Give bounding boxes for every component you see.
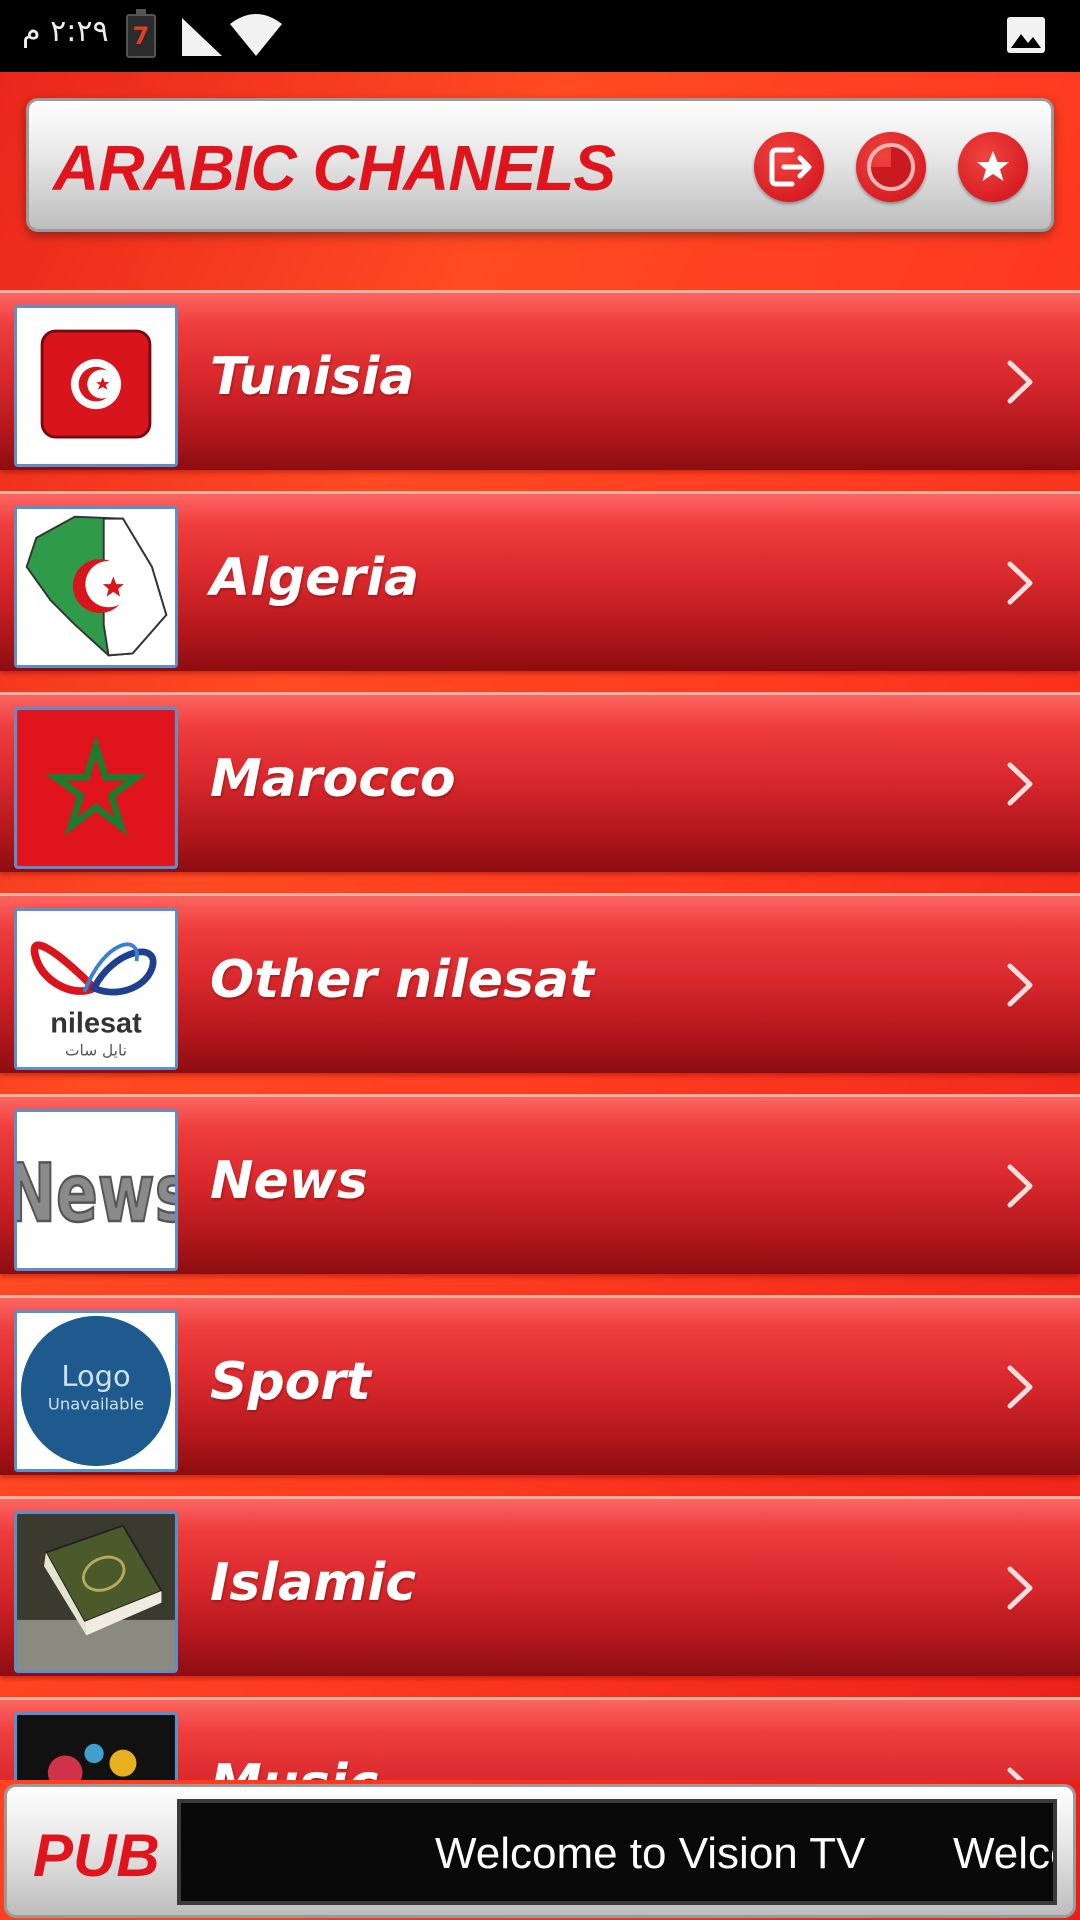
ticker-text: Welcome to Vision TV: [435, 1829, 866, 1878]
news-logo-icon: News: [17, 1112, 175, 1268]
nilesat-logo-icon: nilesat نايل سات: [17, 911, 175, 1067]
clock-icon: [867, 143, 915, 191]
chevron-right-icon: [1007, 1767, 1025, 1780]
status-time: ٢:٢٩ م: [22, 14, 109, 49]
signal-icon: [182, 18, 222, 56]
nilesat-arabic-text: نايل سات: [65, 1041, 127, 1059]
quran-book-thumb: [14, 1511, 178, 1673]
news-text: News: [17, 1147, 175, 1240]
channel-row-other-nilesat[interactable]: nilesat نايل سات Other nilesat: [0, 893, 1080, 1073]
nilesat-logo-thumb: nilesat نايل سات: [14, 908, 178, 1070]
morocco-flag-icon: [17, 710, 175, 866]
unavailable-text: Unavailable: [48, 1394, 144, 1413]
ticker-text-repeat: Welcome to Vision TV: [953, 1829, 1053, 1878]
music-logo-thumb: [14, 1712, 178, 1780]
battery-icon: 7: [126, 9, 156, 58]
channel-label: Islamic: [210, 1553, 417, 1613]
logo-unavailable-thumb: Logo Unavailable: [14, 1310, 178, 1472]
channel-label: Algeria: [210, 548, 420, 608]
news-logo-thumb: News: [14, 1109, 178, 1271]
algeria-map-icon: [17, 509, 175, 665]
chevron-right-icon: [1007, 561, 1033, 605]
channel-list[interactable]: Tunisia Algeria Marocco nilesat نايل سات…: [0, 290, 1080, 1780]
chevron-right-icon: [1007, 1566, 1033, 1610]
battery-level: 7: [132, 22, 150, 50]
exit-button[interactable]: [754, 132, 824, 202]
channel-label: Sport: [210, 1352, 371, 1412]
channel-row-algeria[interactable]: Algeria: [0, 491, 1080, 671]
channel-label: Music: [210, 1754, 378, 1780]
chevron-right-icon: [1007, 1164, 1033, 1208]
chevron-right-icon: [1007, 1365, 1033, 1409]
status-bar: ٢:٢٩ م 7: [0, 0, 1080, 72]
nilesat-text: nilesat: [50, 1007, 142, 1039]
gallery-icon: [1007, 17, 1045, 53]
morocco-flag-thumb: [14, 707, 178, 869]
app-title: ARABIC CHANELS: [53, 132, 616, 204]
star-icon: [977, 151, 1009, 181]
channel-label: News: [210, 1151, 368, 1211]
algeria-flag-thumb: [14, 506, 178, 668]
tunisia-flag-icon: [17, 308, 175, 464]
channel-label: Other nilesat: [210, 950, 594, 1010]
news-ticker[interactable]: Welcome to Vision TV Welcome to Vision T…: [177, 1799, 1057, 1905]
tunisia-flag-thumb: [14, 305, 178, 467]
favorites-button[interactable]: [958, 132, 1028, 202]
quran-book-icon: [17, 1514, 175, 1670]
channel-label: Tunisia: [210, 347, 415, 407]
chevron-right-icon: [1007, 762, 1033, 806]
app-header: ARABIC CHANELS: [26, 98, 1054, 232]
exit-icon: [769, 147, 812, 187]
channel-row-news[interactable]: News News: [0, 1094, 1080, 1274]
logo-text: Logo: [61, 1359, 130, 1393]
wifi-icon: [230, 14, 282, 56]
chevron-right-icon: [1007, 360, 1033, 404]
channel-row-islamic[interactable]: Islamic: [0, 1496, 1080, 1676]
channel-row-marocco[interactable]: Marocco: [0, 692, 1080, 872]
chevron-right-icon: [1007, 963, 1033, 1007]
channel-row-tunisia[interactable]: Tunisia: [0, 290, 1080, 470]
logo-unavailable-icon: Logo Unavailable: [17, 1313, 175, 1469]
ad-banner[interactable]: PUB Welcome to Vision TV Welcome to Visi…: [4, 1784, 1076, 1918]
channel-label: Marocco: [210, 749, 456, 809]
channel-row-sport[interactable]: Logo Unavailable Sport: [0, 1295, 1080, 1475]
channel-row-music[interactable]: Music: [0, 1697, 1080, 1780]
ad-label: PUB: [33, 1822, 160, 1889]
music-logo-icon: [17, 1715, 175, 1780]
history-button[interactable]: [856, 132, 926, 202]
